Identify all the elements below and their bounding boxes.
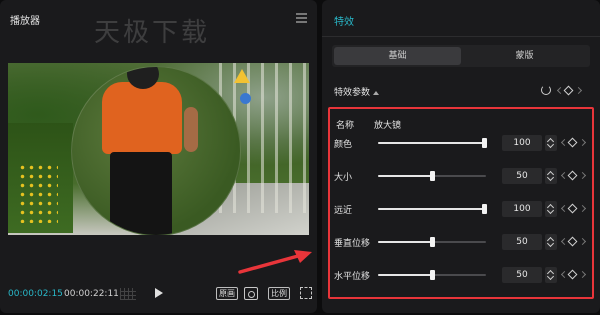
slider-knob[interactable] — [482, 204, 487, 214]
next-keyframe-icon[interactable] — [578, 171, 587, 180]
param-slider[interactable] — [378, 237, 486, 247]
next-keyframe-icon[interactable] — [578, 237, 587, 246]
effects-title: 特效 — [334, 17, 354, 28]
keyframe-diamond-icon[interactable] — [567, 203, 578, 214]
section-title[interactable]: 特效参数 — [334, 85, 380, 98]
param-keyframe-controls — [560, 236, 587, 248]
next-keyframe-icon[interactable] — [578, 138, 587, 147]
param-keyframe-controls — [560, 203, 587, 215]
original-quality-button[interactable]: 原画 — [216, 287, 238, 300]
ratio-button[interactable]: 比例 — [268, 287, 290, 300]
slider-fill — [378, 241, 432, 243]
slider-knob[interactable] — [430, 237, 435, 247]
param-label: 水平位移 — [334, 272, 371, 282]
next-keyframe-icon[interactable] — [578, 270, 587, 279]
slider-knob[interactable] — [430, 270, 435, 280]
keyframe-diamond-icon[interactable] — [567, 236, 578, 247]
param-keyframe-controls — [560, 170, 587, 182]
person-shirt — [102, 82, 182, 154]
value-stepper-icon[interactable] — [545, 201, 557, 217]
slider-fill — [378, 175, 432, 177]
param-highlight-box: 名称 放大镜 颜色 100 大小 50 远近 100 垂直位移 50 水平位移 50 — [328, 107, 594, 299]
effects-panel: 特效 基础 蒙版 特效参数 名称 放大镜 颜色 100 大小 50 远近 100 垂直位移 5… — [322, 0, 600, 313]
current-time: 00:00:02:15 — [8, 289, 63, 299]
slider-knob[interactable] — [430, 171, 435, 181]
name-label: 名称 — [336, 121, 355, 131]
video-preview[interactable] — [8, 63, 309, 235]
keyframe-diamond-icon[interactable] — [563, 85, 574, 96]
value-stepper-icon[interactable] — [545, 267, 557, 283]
slider-fill — [378, 208, 486, 210]
param-row: 水平位移 50 — [330, 265, 592, 285]
param-row: 垂直位移 50 — [330, 232, 592, 252]
param-value-input[interactable]: 50 — [502, 234, 542, 250]
param-value-input[interactable]: 100 — [502, 201, 542, 217]
tab-bar: 基础 蒙版 — [332, 45, 590, 67]
slider-knob[interactable] — [482, 138, 487, 148]
keyframe-diamond-icon[interactable] — [567, 170, 578, 181]
person-pants — [110, 152, 172, 235]
player-controls: 00:00:02:15 00:00:22:11 原画 比例 — [0, 283, 317, 305]
param-value-input[interactable]: 50 — [502, 267, 542, 283]
name-value: 放大镜 — [374, 121, 402, 131]
keyframe-diamond-icon[interactable] — [567, 137, 578, 148]
next-keyframe-icon[interactable] — [578, 204, 587, 213]
param-value-input[interactable]: 50 — [502, 168, 542, 184]
keyframe-diamond-icon[interactable] — [567, 269, 578, 280]
slider-fill — [378, 142, 486, 144]
magnifier-lens — [71, 66, 241, 235]
watermark: 天极下载 — [94, 18, 211, 48]
player-title: 播放器 — [10, 16, 40, 27]
total-time: 00:00:22:11 — [64, 289, 119, 299]
param-keyframe-controls — [560, 137, 587, 149]
fullscreen-icon[interactable] — [300, 287, 312, 299]
param-row: 远近 100 — [330, 199, 592, 219]
divider — [322, 36, 600, 37]
section-keyframe-controls — [556, 85, 583, 97]
param-keyframe-controls — [560, 269, 587, 281]
value-stepper-icon[interactable] — [545, 135, 557, 151]
param-slider[interactable] — [378, 138, 487, 148]
next-keyframe-icon[interactable] — [574, 86, 583, 95]
tab-basic[interactable]: 基础 — [334, 47, 461, 65]
menu-icon[interactable] — [296, 13, 307, 23]
caret-up-icon — [373, 90, 380, 95]
param-label: 垂直位移 — [334, 239, 371, 249]
value-stepper-icon[interactable] — [545, 168, 557, 184]
slider-fill — [378, 274, 432, 276]
param-value-input[interactable]: 100 — [502, 135, 542, 151]
tab-mask[interactable]: 蒙版 — [461, 47, 588, 65]
param-slider[interactable] — [378, 270, 486, 280]
section-title-label: 特效参数 — [334, 88, 371, 98]
param-row: 颜色 100 — [330, 133, 592, 153]
param-slider[interactable] — [378, 171, 486, 181]
person-arm — [184, 107, 198, 152]
focus-icon[interactable] — [244, 287, 258, 300]
grid-icon[interactable] — [120, 288, 136, 300]
param-label: 大小 — [334, 173, 353, 183]
yellow-flowers — [18, 163, 58, 223]
reset-icon[interactable] — [541, 85, 551, 95]
red-arrow-annotation — [238, 250, 312, 274]
value-stepper-icon[interactable] — [545, 234, 557, 250]
play-icon[interactable] — [155, 288, 163, 298]
param-row: 大小 50 — [330, 166, 592, 186]
param-label: 远近 — [334, 206, 353, 216]
param-label: 颜色 — [334, 140, 353, 150]
param-slider[interactable] — [378, 204, 487, 214]
blue-sign — [240, 93, 251, 104]
